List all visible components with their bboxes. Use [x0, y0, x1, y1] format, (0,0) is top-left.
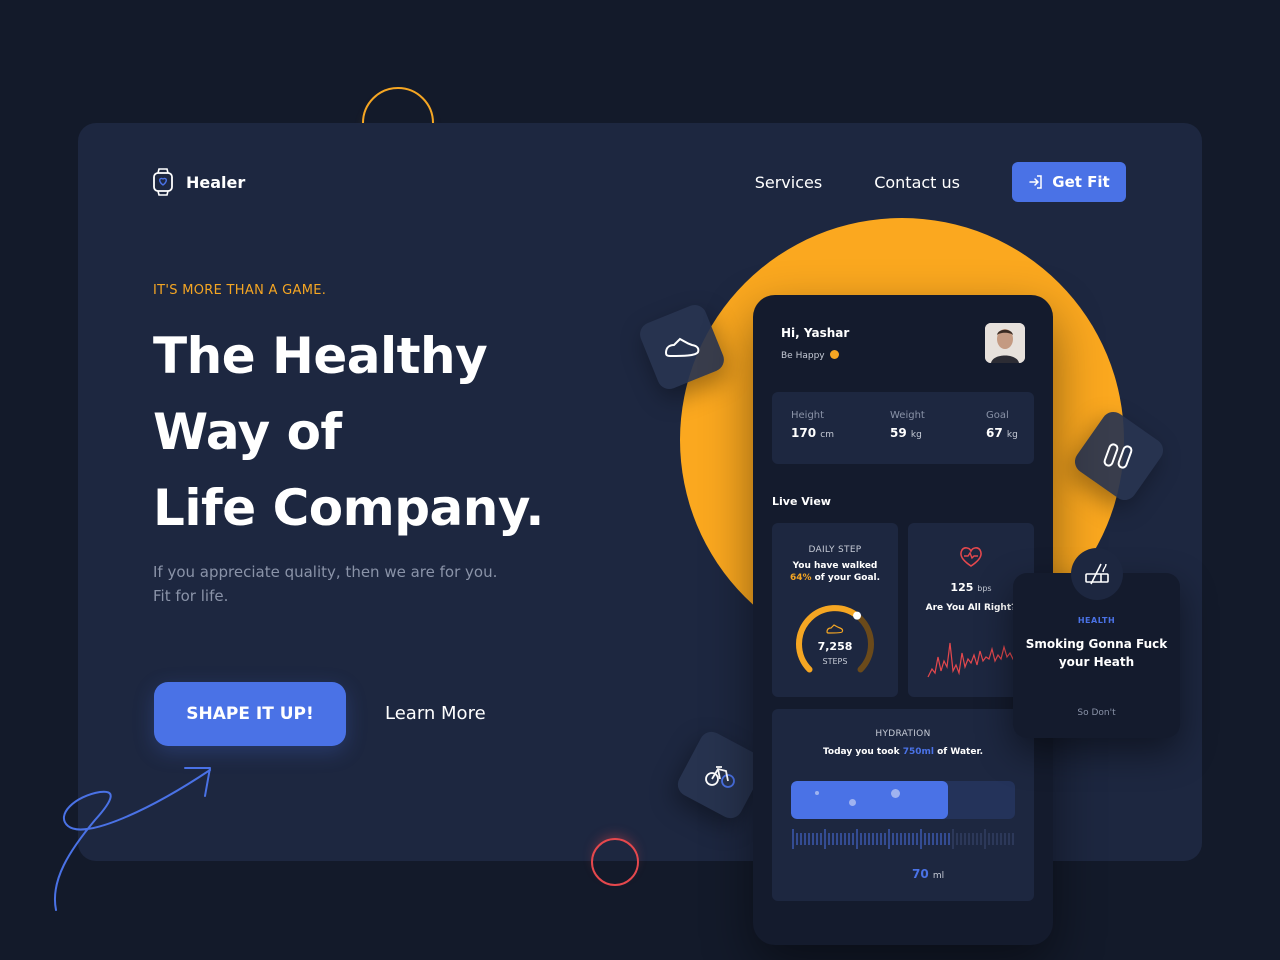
smile-emoji-icon: [830, 350, 840, 359]
stat-goal: Goal 67 kg: [986, 410, 1018, 440]
stat-weight: Weight 59 kg: [890, 410, 925, 440]
heart-pulse-icon: [960, 547, 982, 567]
hero-sub-line-1: If you appreciate quality, then we are f…: [153, 563, 498, 581]
stat-label: Weight: [890, 410, 925, 421]
health-action[interactable]: So Don't: [1013, 708, 1180, 718]
learn-more-link[interactable]: Learn More: [385, 703, 486, 724]
steps-count: 7,258: [817, 640, 853, 653]
heart-rate-graph: [927, 642, 1015, 678]
hydration-caption: HYDRATION: [875, 729, 931, 739]
decor-red-ring: [591, 838, 639, 886]
nav-services[interactable]: Services: [755, 173, 822, 192]
decor-arrow-scribble: [53, 767, 211, 911]
greeting: Hi, Yashar: [781, 326, 850, 340]
hydration-scale: [792, 829, 1014, 849]
daily-caption: DAILY STEP: [808, 545, 862, 555]
headline-line-2: Way of: [153, 403, 342, 461]
mood-line: Be Happy: [781, 350, 840, 361]
top-nav: Services Contact us Get Fit: [755, 162, 1126, 202]
mood-text: Be Happy: [781, 351, 825, 361]
headline-line-3: Life Company.: [153, 479, 544, 537]
hydration-card[interactable]: HYDRATION Today you took 750ml of Water.…: [772, 709, 1034, 901]
stat-value: 170 cm: [791, 426, 834, 440]
no-smoking-badge: [1071, 548, 1123, 600]
smartwatch-icon: [153, 168, 173, 196]
hero-sub-line-2: Fit for life.: [153, 587, 229, 605]
nav-contact[interactable]: Contact us: [874, 173, 960, 192]
login-icon: [1029, 175, 1043, 189]
get-fit-button[interactable]: Get Fit: [1012, 162, 1126, 202]
brand-logo[interactable]: Healer: [152, 168, 245, 196]
live-view-title: Live View: [772, 495, 831, 508]
bicycle-icon: [705, 766, 735, 788]
hero-eyebrow: IT'S MORE THAN A GAME.: [153, 283, 327, 298]
headline-line-1: The Healthy: [153, 327, 488, 385]
avatar[interactable]: [985, 323, 1025, 363]
hydration-bar-track: [791, 781, 1015, 819]
daily-step-card[interactable]: DAILY STEP You have walked 64% of your G…: [772, 523, 898, 697]
user-avatar-icon: [985, 323, 1025, 363]
health-tag: HEALTH: [1077, 616, 1116, 625]
sneaker-small-icon: [826, 624, 844, 634]
brand-name: Healer: [186, 172, 246, 192]
stat-height: Height 170 cm: [791, 410, 834, 440]
stat-label: Goal: [986, 410, 1009, 421]
health-title-line-1: Smoking Gonna Fuck: [1025, 637, 1168, 651]
dumbbell-icon: [1103, 443, 1133, 469]
hero-subtext: If you appreciate quality, then we are f…: [153, 560, 497, 608]
body-stats: Height 170 cm Weight 59 kg Goal 67 kg: [772, 392, 1034, 464]
daily-line-2: 64% of your Goal.: [789, 573, 881, 583]
health-title-line-2: your Heath: [1058, 655, 1135, 669]
hydration-bar-fill: [791, 781, 948, 819]
sneaker-icon: [664, 337, 700, 358]
hydration-text: Today you took 750ml of Water.: [822, 747, 984, 757]
hero-headline: The Healthy Way of Life Company.: [153, 318, 613, 546]
stat-label: Height: [791, 410, 825, 421]
health-title: Smoking Gonna Fuck your Heath: [1013, 635, 1180, 671]
get-fit-label: Get Fit: [1052, 173, 1110, 191]
hydration-level: 70 ml: [912, 867, 945, 881]
stat-value: 67 kg: [986, 426, 1018, 440]
phone-mockup: Hi, Yashar Be Happy Height 170 cm Weight…: [753, 295, 1053, 945]
shape-it-up-button[interactable]: SHAPE IT UP!: [154, 682, 346, 746]
daily-line-1: You have walked: [792, 561, 878, 571]
steps-label: STEPS: [822, 657, 848, 666]
no-smoking-icon: [1085, 563, 1109, 585]
stat-value: 59 kg: [890, 426, 922, 440]
